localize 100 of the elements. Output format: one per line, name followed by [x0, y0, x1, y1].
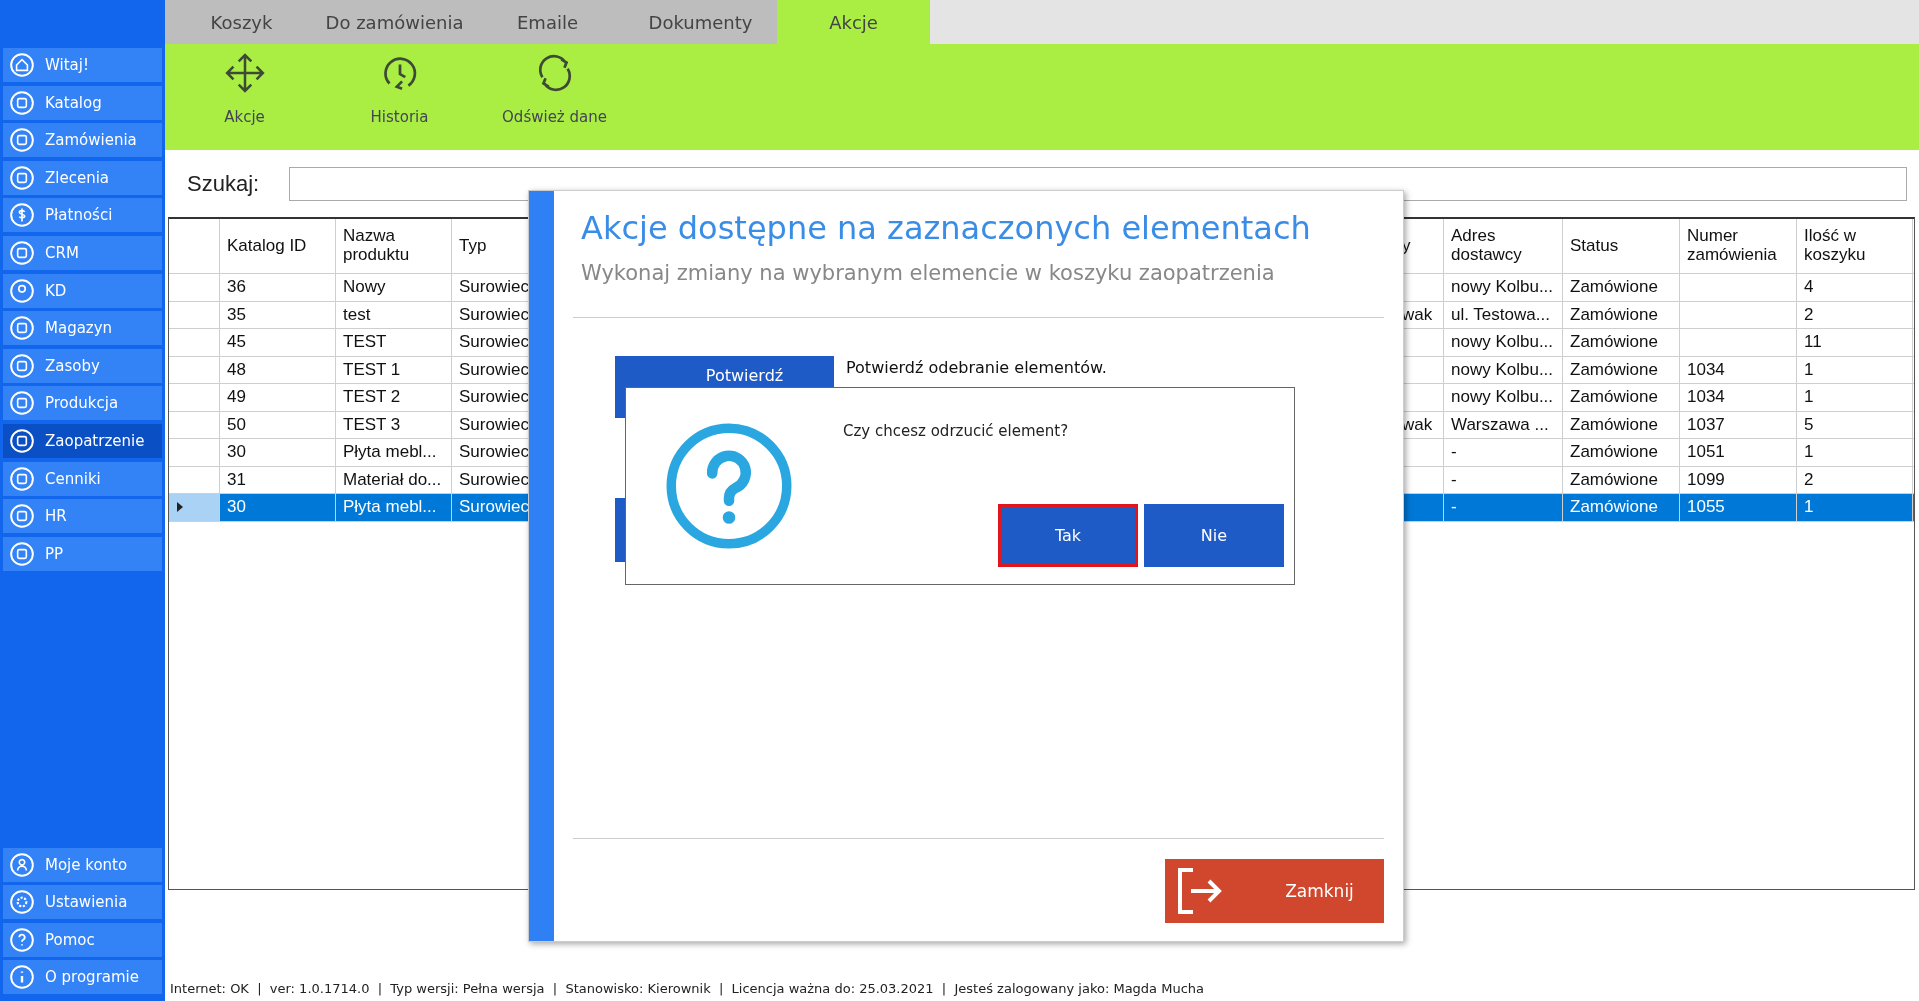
- user-icon: [9, 851, 35, 878]
- sidebar-item[interactable]: HR: [3, 499, 162, 534]
- tab[interactable]: Emaile: [471, 0, 624, 44]
- table-cell: 2: [1804, 304, 1814, 325]
- table-cell: Płyta mebl...: [343, 497, 437, 518]
- table-cell: 36: [227, 277, 246, 298]
- sidebar-item[interactable]: Pomoc: [3, 922, 162, 957]
- table-cell: ul. Testowa...: [1451, 304, 1550, 325]
- sidebar-item[interactable]: O programie: [3, 960, 162, 995]
- sidebar-item[interactable]: Płatności: [3, 198, 162, 233]
- table-cell: Zamówione: [1570, 442, 1658, 463]
- tab[interactable]: Dokumenty: [624, 0, 777, 44]
- table-cell: Zamówione: [1570, 277, 1658, 298]
- dialog-title: Akcje dostępne na zaznaczonych elementach: [580, 209, 1312, 247]
- sidebar-item[interactable]: PP: [3, 536, 162, 571]
- table-cell: 48: [227, 359, 246, 380]
- tab[interactable]: Do zamówienia: [318, 0, 471, 44]
- column-header[interactable]: Nazwa produktu: [336, 219, 452, 273]
- sidebar-item[interactable]: CRM: [3, 235, 162, 270]
- dialog-subtitle: Wykonaj zmiany na wybranym elemencie w koszyku zaopatrzenia: [580, 261, 1276, 285]
- table-cell: Zamówione: [1570, 332, 1658, 353]
- table-cell: 1034: [1687, 359, 1725, 380]
- table-cell: 1034: [1687, 387, 1725, 408]
- table-cell: TEST: [343, 332, 387, 353]
- table-cell: Zamówione: [1570, 359, 1658, 380]
- table-cell: 1099: [1687, 469, 1725, 490]
- table-cell: Zamówione: [1570, 387, 1658, 408]
- table-cell: 11: [1804, 332, 1822, 353]
- close-button[interactable]: Zamknij: [1165, 859, 1384, 923]
- status-text: Internet: OK | ver: 1.0.1714.0 | Typ wersji: Pełna wersja | Stanowisko: Kierownik | Licencja ważna do: 25.03.2021 | Jesteś zalogowany jako: Magda Mucha: [169, 979, 1205, 998]
- help-icon: [9, 926, 35, 953]
- action-description: Potwierdź odebranie elementów.: [846, 358, 1107, 377]
- table-cell: 30: [227, 442, 246, 463]
- column-header[interactable]: Adres dostawcy: [1444, 219, 1563, 273]
- message-text: Czy chcesz odrzucić element?: [843, 422, 1070, 440]
- sidebar-item[interactable]: Zlecenia: [3, 160, 162, 195]
- sidebar-item[interactable]: Zasoby: [3, 348, 162, 383]
- table-cell: TEST 3: [343, 414, 401, 435]
- table-cell: 35: [227, 304, 246, 325]
- table-cell: Surowiec: [459, 497, 529, 518]
- table-cell: Surowiec: [459, 277, 529, 298]
- table-cell: Surowiec: [459, 359, 529, 380]
- table-cell: nowy Kolbu...: [1451, 359, 1554, 380]
- table-cell: 1037: [1687, 414, 1725, 435]
- sidebar-item[interactable]: KD: [3, 273, 162, 308]
- table-cell: 31: [227, 469, 246, 490]
- dialog-button[interactable]: Nie: [1144, 504, 1284, 567]
- sidebar-item[interactable]: Zamówienia: [3, 123, 162, 158]
- sidebar-item[interactable]: Moje konto: [3, 847, 162, 882]
- table-cell: Surowiec: [459, 442, 529, 463]
- table-cell: TEST 2: [343, 387, 401, 408]
- table-cell: Zamówione: [1570, 469, 1658, 490]
- toolbar-button[interactable]: Historia: [322, 44, 477, 150]
- table-cell: -: [1451, 469, 1457, 490]
- table-cell: Nowy: [343, 277, 386, 298]
- column-header[interactable]: Ilość w koszyku: [1797, 219, 1913, 273]
- column-header[interactable]: Katalog ID: [220, 219, 336, 273]
- column-header[interactable]: Status: [1563, 219, 1680, 273]
- table-cell: -: [1451, 442, 1457, 463]
- table-cell: Surowiec: [459, 387, 529, 408]
- sidebar-item[interactable]: Zaopatrzenie: [3, 423, 162, 458]
- table-cell: 45: [227, 332, 246, 353]
- table-cell: TEST 1: [343, 359, 401, 380]
- question-icon: [666, 423, 792, 549]
- sidebar-item[interactable]: Katalog: [3, 85, 162, 120]
- move-arrows-icon: [223, 52, 266, 94]
- table-cell: 1: [1804, 387, 1814, 408]
- table-cell: 2: [1804, 469, 1814, 490]
- toolbar-button[interactable]: Akcje: [167, 44, 322, 150]
- home-icon: [9, 52, 35, 78]
- sidebar-item[interactable]: Produkcja: [3, 386, 162, 421]
- column-header[interactable]: Numer zamówienia: [1680, 219, 1797, 273]
- table-cell: Zamówione: [1570, 497, 1658, 518]
- sidebar-item[interactable]: Magazyn: [3, 311, 162, 346]
- table-cell: Zamówione: [1570, 304, 1658, 325]
- row-pointer-icon: [177, 502, 183, 513]
- sidebar-item[interactable]: Ustawienia: [3, 885, 162, 920]
- table-cell: Surowiec: [459, 469, 529, 490]
- table-cell: Surowiec: [459, 332, 529, 353]
- table-cell: 50: [227, 414, 246, 435]
- table-cell: 1: [1804, 497, 1814, 518]
- table-cell: Materiał do...: [343, 469, 442, 490]
- table-cell: -: [1451, 497, 1457, 518]
- info-icon: [9, 964, 35, 991]
- table-cell: nowy Kolbu...: [1451, 277, 1554, 298]
- dialog-button[interactable]: Tak: [998, 504, 1138, 567]
- table-cell: 5: [1804, 414, 1814, 435]
- sidebar-item[interactable]: Witaj!: [3, 48, 162, 82]
- table-cell: 4: [1804, 277, 1814, 298]
- sidebar-item[interactable]: Cenniki: [3, 461, 162, 496]
- toolbar-button[interactable]: Odśwież dane: [477, 44, 632, 150]
- table-cell: Warszawa ...: [1451, 414, 1549, 435]
- table-cell: nowy Kolbu...: [1451, 387, 1554, 408]
- table-cell: 49: [227, 387, 246, 408]
- table-cell: Zamówione: [1570, 414, 1658, 435]
- dollar-icon: [9, 202, 35, 229]
- tab[interactable]: Koszyk: [165, 0, 318, 44]
- table-cell: nowy Kolbu...: [1451, 332, 1554, 353]
- tab[interactable]: Akcje: [777, 0, 930, 44]
- table-cell: Płyta mebl...: [343, 442, 437, 463]
